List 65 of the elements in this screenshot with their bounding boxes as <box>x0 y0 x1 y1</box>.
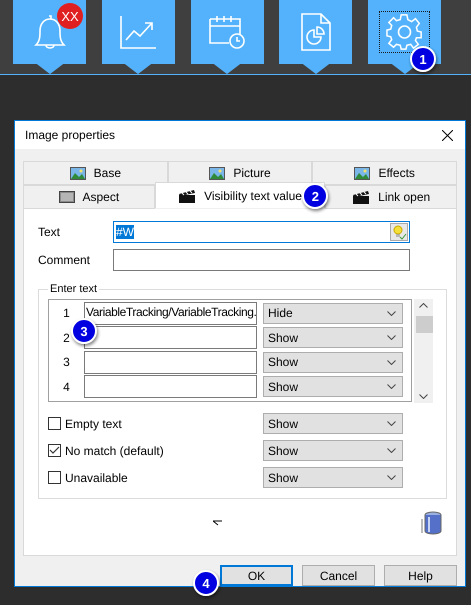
chevron-down-icon <box>387 448 396 453</box>
callout-number: 3 <box>71 318 97 344</box>
input-field[interactable]: #W <box>113 221 410 243</box>
frame-icon <box>58 191 74 203</box>
chevron-down-icon <box>387 335 396 340</box>
dialog-button[interactable]: OK <box>220 565 293 586</box>
checkbox[interactable]: Empty text <box>48 416 257 430</box>
landscape-picture-icon <box>354 166 370 180</box>
window-title: Image properties <box>25 128 116 142</box>
checkbox[interactable]: Unavailable <box>48 470 257 484</box>
checkmark-icon <box>49 446 60 455</box>
dropdown[interactable]: Show <box>263 440 403 461</box>
scrollbar-thumb[interactable] <box>416 316 433 333</box>
settings-icon <box>386 12 424 51</box>
row-number: 4 <box>62 380 71 394</box>
toolbar-tile[interactable] <box>190 0 264 64</box>
text-input[interactable]: VariableTracking/VariableTracking. <box>84 302 257 325</box>
group-legend: Enter text <box>48 283 100 295</box>
chevron-down-icon <box>387 384 396 390</box>
dialog-button[interactable]: Help <box>384 565 457 586</box>
line-chart-icon <box>120 14 156 49</box>
lightbulb-icon[interactable] <box>390 223 408 241</box>
dialog-button[interactable]: Cancel <box>302 565 375 586</box>
landscape-picture-icon <box>70 166 86 180</box>
scrollbar[interactable] <box>414 299 433 403</box>
notification-badge: XX <box>57 3 83 29</box>
chevron-up-icon[interactable] <box>419 303 428 308</box>
dropdown[interactable]: Show <box>263 352 403 373</box>
toolbar-tile[interactable] <box>279 0 352 64</box>
landscape-picture-icon <box>209 166 226 180</box>
chevron-down-icon <box>387 360 396 365</box>
field-label: Text <box>38 225 62 239</box>
text-input[interactable] <box>84 350 257 374</box>
dropdown[interactable]: Show <box>263 413 403 434</box>
checkbox[interactable]: No match (default) <box>48 444 257 458</box>
chevron-down-icon <box>387 310 396 316</box>
field-label: Comment <box>38 253 92 267</box>
toolbar-tile[interactable]: XX <box>13 0 86 64</box>
tab[interactable]: Visibility text value 2 <box>154 182 326 208</box>
tab[interactable]: Link open <box>325 185 458 209</box>
tab[interactable]: Aspect <box>23 185 155 209</box>
row-number: 1 <box>62 306 71 320</box>
row-number: 2 <box>62 330 71 345</box>
close-icon <box>442 130 452 140</box>
tab[interactable]: Effects <box>312 161 458 185</box>
dropdown[interactable]: Hide <box>263 302 403 324</box>
tab[interactable]: Base <box>23 161 168 185</box>
calendar-clock-icon <box>208 14 246 49</box>
input-field[interactable] <box>113 249 410 271</box>
clapperboard-icon <box>352 190 370 204</box>
chevron-down-icon <box>387 421 396 426</box>
callout-number: 2 <box>302 183 328 209</box>
row-number: 3 <box>62 355 71 370</box>
database-icon[interactable] <box>421 511 443 535</box>
toolbar-tile[interactable] <box>102 0 175 64</box>
dropdown[interactable]: Show <box>263 327 403 348</box>
clapperboard-icon <box>178 188 196 202</box>
callout-number: 4 <box>193 570 219 596</box>
chevron-down-icon <box>387 475 396 480</box>
pie-chart-document-icon <box>300 12 331 51</box>
dropdown[interactable]: Show <box>263 376 403 398</box>
dropdown[interactable]: Show <box>263 467 403 488</box>
chevron-down-icon[interactable] <box>419 394 428 399</box>
cursor-arrow-icon <box>213 520 223 526</box>
text-input[interactable] <box>84 375 257 398</box>
